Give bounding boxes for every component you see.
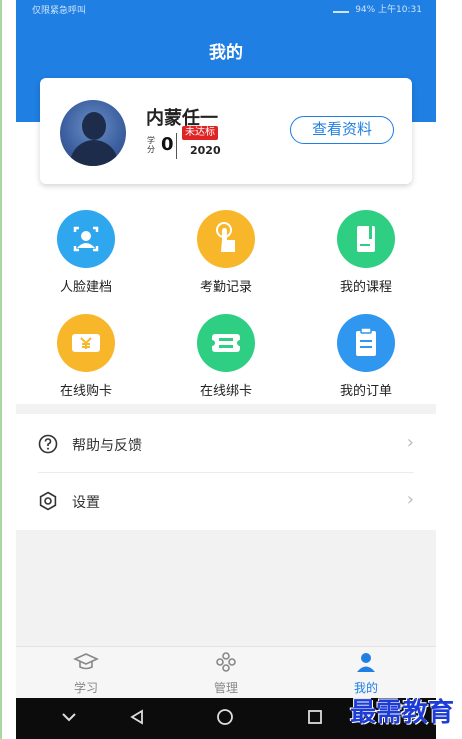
- card-bind-icon: [197, 314, 255, 372]
- avatar[interactable]: [60, 100, 126, 166]
- grid-label: 在线绑卡: [199, 384, 252, 399]
- nav-home-icon[interactable]: [216, 708, 234, 726]
- tap-hand-icon: [197, 210, 255, 268]
- tab-label: 管理: [213, 681, 238, 695]
- credit-divider: [176, 133, 177, 159]
- settings-gear-icon: [38, 491, 58, 511]
- credit-label: 学分: [147, 136, 155, 154]
- profile-card: 内蒙任一 学分 0 未达标 2020 查看资料: [40, 78, 412, 184]
- help-circle-icon: [38, 434, 58, 454]
- notebook-icon: [337, 210, 395, 268]
- page-title: 我的: [209, 43, 243, 63]
- grid-item-orders[interactable]: 我的订单: [311, 314, 421, 399]
- credit-value: 0: [161, 134, 174, 155]
- menu-label: 设置: [72, 495, 100, 511]
- nav-back-icon[interactable]: [128, 708, 146, 726]
- avatar-head-shape: [82, 112, 106, 140]
- tab-study[interactable]: 学习: [36, 651, 136, 696]
- grid-item-courses[interactable]: 我的课程: [311, 210, 421, 295]
- grid-label: 我的订单: [339, 384, 392, 399]
- status-right-text: 94% 上午10:31: [355, 5, 422, 15]
- year-label: 2020: [190, 144, 221, 157]
- person-icon: [357, 653, 375, 672]
- carrier-text: 仅限紧急呼叫: [32, 6, 87, 16]
- face-scan-icon: [57, 210, 115, 268]
- status-bar: 仅限紧急呼叫 94% 上午10:31: [16, 0, 436, 18]
- menu-label: 帮助与反馈: [72, 438, 142, 454]
- grid-item-attendance[interactable]: 考勤记录: [171, 210, 281, 295]
- tab-label: 学习: [73, 681, 98, 695]
- empty-area: [16, 530, 436, 646]
- phone-screen: 仅限紧急呼叫 94% 上午10:31 我的 内蒙任一 学分 0 未达标 2020…: [16, 0, 436, 739]
- status-badge: 未达标: [182, 126, 218, 140]
- view-profile-button[interactable]: 查看资料: [290, 116, 394, 144]
- tab-manage[interactable]: 管理: [176, 651, 276, 696]
- nav-recent-icon[interactable]: [306, 708, 324, 726]
- status-right: 94% 上午10:31: [333, 2, 422, 15]
- puzzle-icon: [216, 652, 236, 672]
- chevron-right-icon: ›: [406, 489, 414, 510]
- tab-mine[interactable]: 我的: [316, 651, 416, 696]
- grid-item-bind-card[interactable]: 在线绑卡: [171, 314, 281, 399]
- avatar-body-shape: [70, 140, 118, 166]
- menu-item-help[interactable]: 帮助与反馈 ›: [16, 416, 436, 472]
- grid-item-face[interactable]: 人脸建档: [31, 210, 141, 295]
- watermark: 最需教育: [349, 698, 454, 728]
- grid-item-buy-card[interactable]: 在线购卡: [31, 314, 141, 399]
- left-border: [0, 0, 2, 739]
- nav-hide-icon[interactable]: [60, 708, 78, 726]
- bottom-tab-bar: 学习 管理 我的: [16, 646, 436, 698]
- yen-ticket-icon: [57, 314, 115, 372]
- chevron-right-icon: ›: [406, 432, 414, 453]
- clipboard-icon: [337, 314, 395, 372]
- grid-label: 我的课程: [339, 280, 392, 295]
- grid-label: 人脸建档: [59, 280, 112, 295]
- graduation-cap-icon: [73, 653, 99, 670]
- grid-label: 在线购卡: [59, 384, 112, 399]
- menu-item-settings[interactable]: 设置 ›: [16, 473, 436, 529]
- section-divider: [16, 404, 436, 414]
- signal-icon: [333, 5, 350, 13]
- grid-label: 考勤记录: [199, 280, 252, 295]
